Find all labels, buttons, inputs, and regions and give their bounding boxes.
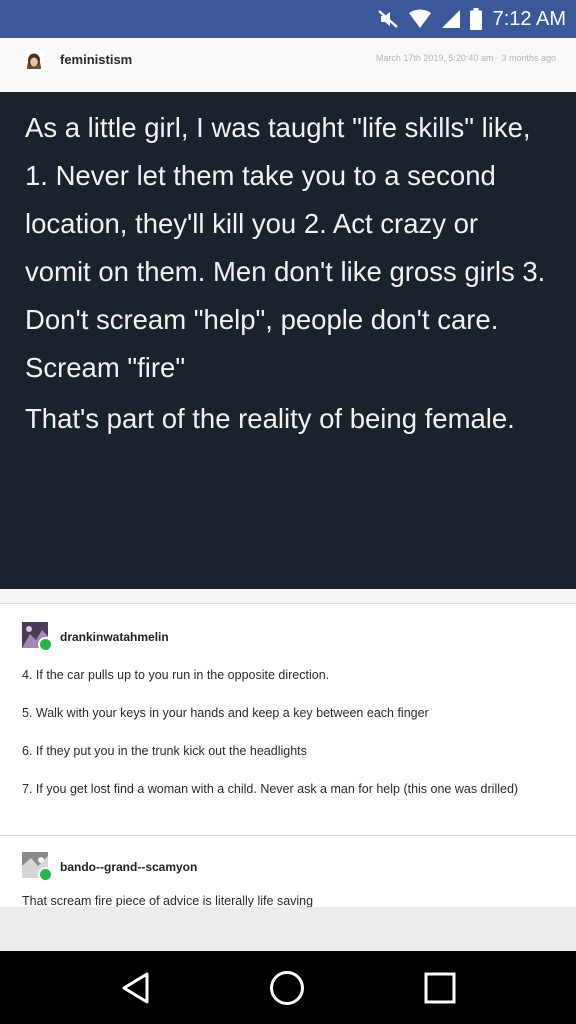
post-header: feministism March 17th 2019, 5:20:40 am … [0, 38, 576, 90]
list-item: 7. If you get lost find a woman with a c… [22, 782, 519, 796]
screen-background [0, 907, 576, 951]
text-post-paragraph: As a little girl, I was taught "life ski… [25, 112, 546, 383]
reblog-username[interactable]: drankinwatahmelin [60, 630, 169, 644]
status-bar: 7:12 AM [0, 0, 576, 38]
post-username[interactable]: feministism [60, 52, 132, 67]
follow-badge-icon [38, 637, 53, 652]
mute-icon [377, 9, 399, 29]
follow-badge-icon [38, 867, 53, 882]
list-item: 4. If the car pulls up to you run in the… [22, 668, 330, 682]
list-item: 6. If they put you in the trunk kick out… [22, 744, 307, 758]
post-date: March 17th 2019, 5:20:40 am · 3 months a… [375, 53, 556, 63]
navigation-bar [0, 951, 576, 1024]
recent-apps-icon [424, 972, 456, 1004]
reblog-comment: bando--grand--scamyon That scream fire p… [0, 835, 576, 907]
list-item: 5. Walk with your keys in your hands and… [22, 706, 429, 720]
avatar[interactable] [22, 852, 53, 882]
wifi-icon [408, 9, 432, 29]
text-post-paragraph: That's part of the reality of being fema… [25, 403, 515, 434]
text-post-image: As a little girl, I was taught "life ski… [0, 92, 576, 589]
back-icon [122, 972, 149, 1004]
back-button[interactable] [116, 969, 156, 1007]
recent-apps-button[interactable] [420, 969, 460, 1007]
signal-icon [441, 9, 461, 29]
post-screenshot: feministism March 17th 2019, 5:20:40 am … [0, 38, 576, 907]
reblog-comment: drankinwatahmelin 4. If the car pulls up… [0, 603, 576, 834]
home-icon [270, 971, 304, 1005]
avatar[interactable] [24, 51, 44, 71]
avatar[interactable] [22, 622, 53, 652]
home-button[interactable] [267, 969, 307, 1007]
status-time: 7:12 AM [492, 7, 566, 30]
battery-icon [469, 8, 482, 30]
status-icons: 7:12 AM [377, 0, 566, 38]
reblog-text: That scream fire piece of advice is lite… [22, 894, 314, 907]
reblog-username[interactable]: bando--grand--scamyon [60, 860, 197, 874]
